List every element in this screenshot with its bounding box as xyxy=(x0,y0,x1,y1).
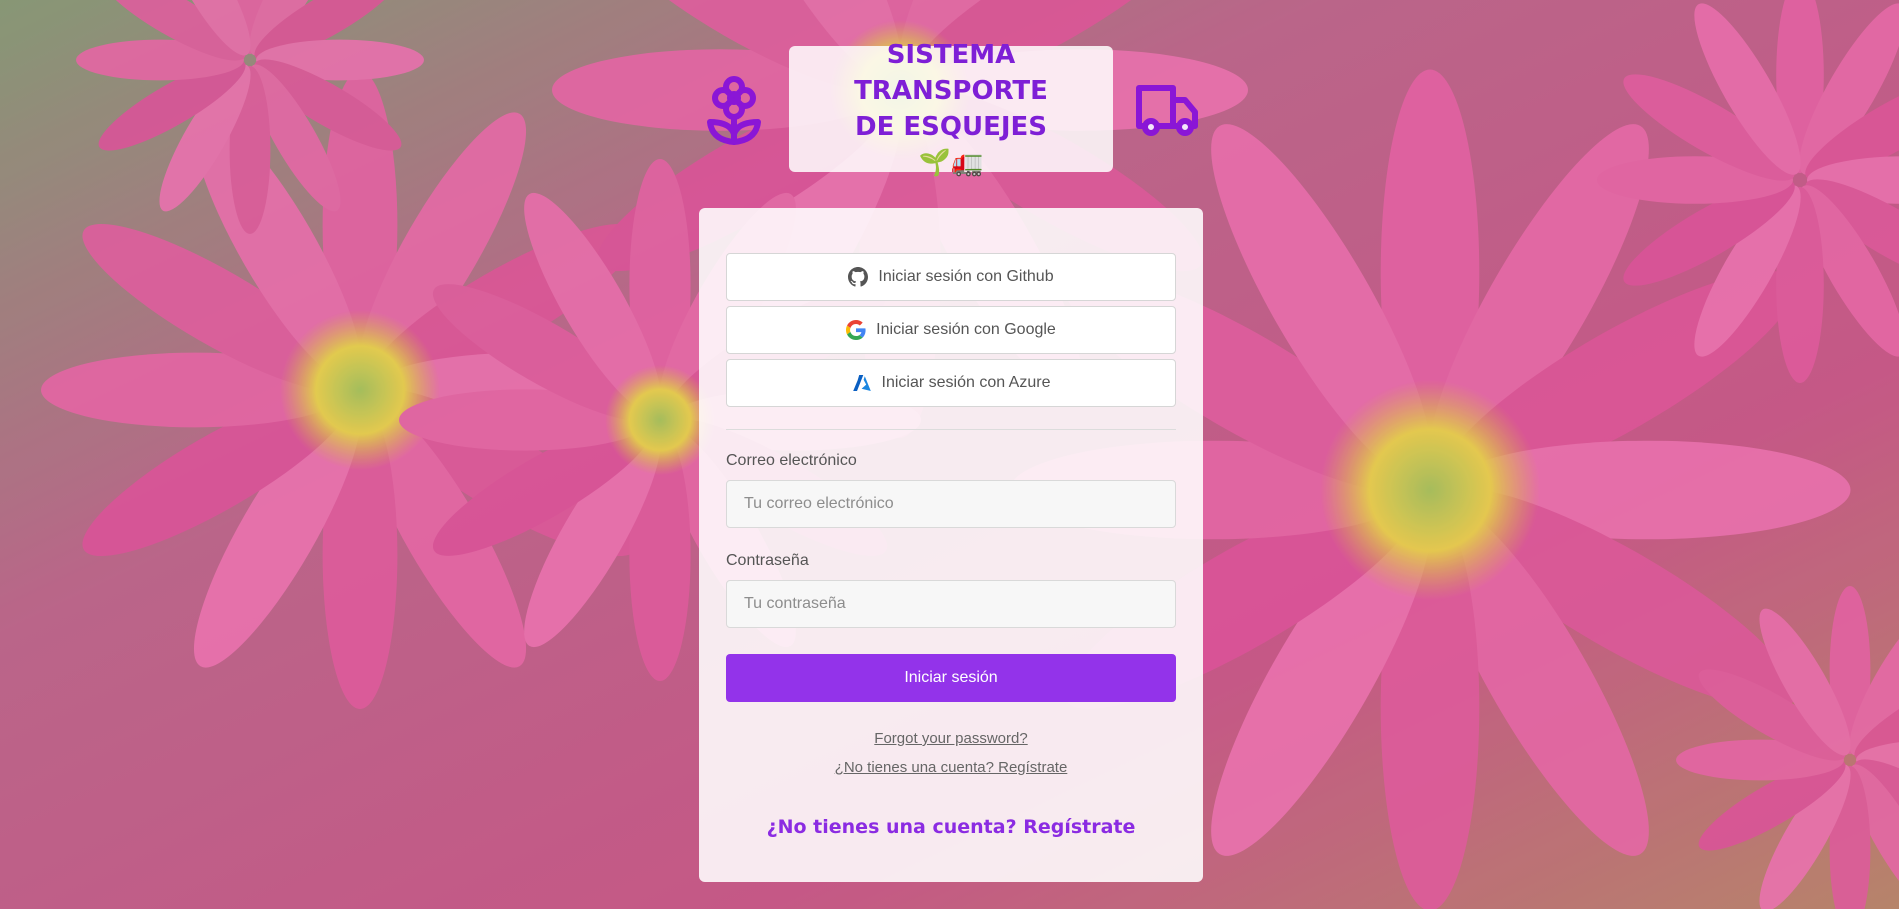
flower-icon xyxy=(706,74,762,146)
forgot-password-link[interactable]: Forgot your password? xyxy=(726,730,1176,747)
github-login-label: Iniciar sesión con Github xyxy=(878,268,1054,285)
page-title: SISTEMA TRANSPORTE DE ESQUEJES 🌱🚛 xyxy=(854,40,1048,178)
truck-icon xyxy=(1133,80,1201,138)
email-field[interactable] xyxy=(726,480,1176,528)
azure-login-label: Iniciar sesión con Azure xyxy=(881,374,1051,391)
title-box: SISTEMA TRANSPORTE DE ESQUEJES 🌱🚛 xyxy=(789,40,1113,178)
azure-icon xyxy=(852,375,871,391)
password-label: Contraseña xyxy=(726,552,809,569)
divider xyxy=(726,429,1176,430)
email-label: Correo electrónico xyxy=(726,452,857,469)
azure-login-button[interactable]: Iniciar sesión con Azure xyxy=(726,359,1176,407)
google-login-button[interactable]: Iniciar sesión con Google xyxy=(726,306,1176,354)
google-icon xyxy=(846,320,866,340)
github-login-button[interactable]: Iniciar sesión con Github xyxy=(726,253,1176,301)
register-link[interactable]: ¿No tienes una cuenta? Regístrate xyxy=(726,759,1176,776)
password-field[interactable] xyxy=(726,580,1176,628)
google-login-label: Iniciar sesión con Google xyxy=(876,321,1056,338)
github-icon xyxy=(848,267,869,287)
sign-in-button[interactable]: Iniciar sesión xyxy=(726,654,1176,702)
login-card: Iniciar sesión con Github Iniciar sesión… xyxy=(699,208,1203,882)
register-cta-link[interactable]: ¿No tienes una cuenta? Regístrate xyxy=(726,816,1176,838)
header: SISTEMA TRANSPORTE DE ESQUEJES 🌱🚛 xyxy=(0,40,1899,178)
